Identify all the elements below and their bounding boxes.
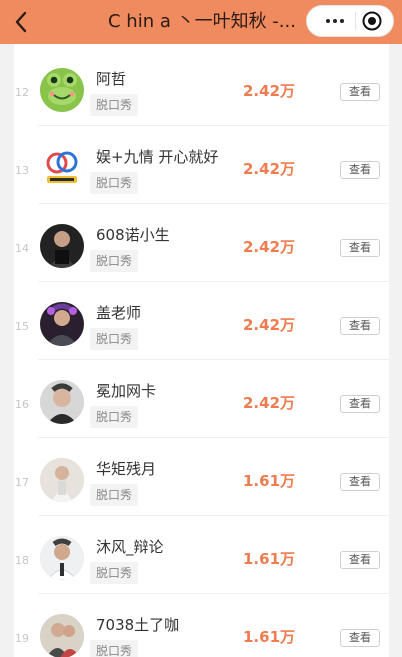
list-item[interactable]: 12 阿哲 脱口秀 2.42万 查看 xyxy=(14,48,389,126)
frog-avatar-icon xyxy=(40,68,84,112)
rank-number: 14 xyxy=(15,242,29,255)
anchor-name: 冕加网卡 xyxy=(96,382,157,400)
category-tag: 脱口秀 xyxy=(90,484,139,506)
avatar[interactable] xyxy=(40,614,84,657)
avatar[interactable] xyxy=(40,224,84,268)
avatar[interactable] xyxy=(40,536,84,580)
list-item[interactable]: 18 沐风_辩论 脱口秀 1.61万 查看 xyxy=(14,516,389,594)
more-dots-icon xyxy=(340,19,344,23)
view-button[interactable]: 查看 xyxy=(340,395,380,413)
anchor-name: 盖老师 xyxy=(96,304,142,322)
value-text: 1.61万 xyxy=(243,472,296,490)
avatar[interactable] xyxy=(40,302,84,346)
chevron-left-icon xyxy=(15,11,27,33)
value-text: 1.61万 xyxy=(243,628,296,646)
view-button[interactable]: 查看 xyxy=(340,317,380,335)
person-avatar-icon xyxy=(40,302,84,346)
value-text: 2.42万 xyxy=(243,82,296,100)
value-text: 2.42万 xyxy=(243,238,296,256)
more-dots-icon xyxy=(333,19,337,23)
value-text: 2.42万 xyxy=(243,160,296,178)
category-tag: 脱口秀 xyxy=(90,640,139,657)
list-item[interactable]: 14 608诺小生 脱口秀 2.42万 查看 xyxy=(14,204,389,282)
avatar[interactable] xyxy=(40,380,84,424)
more-dots-icon xyxy=(326,19,330,23)
category-tag: 脱口秀 xyxy=(90,328,139,350)
view-button[interactable]: 查看 xyxy=(340,551,380,569)
person-avatar-icon xyxy=(40,458,84,502)
category-tag: 脱口秀 xyxy=(90,406,139,428)
person-avatar-icon xyxy=(40,224,84,268)
category-tag: 脱口秀 xyxy=(90,94,139,116)
anchor-name: 7038土了咖 xyxy=(96,616,180,634)
logo-avatar-icon xyxy=(40,146,84,190)
target-circle-icon xyxy=(362,11,382,31)
rank-number: 17 xyxy=(15,476,29,489)
value-text: 1.61万 xyxy=(243,550,296,568)
anchor-name: 沐风_辩论 xyxy=(96,538,164,556)
anchor-name: 华矩残月 xyxy=(96,460,157,478)
top-navigation-bar: C hin a 丶一叶知秋 -... xyxy=(0,0,402,44)
back-button[interactable] xyxy=(8,8,34,36)
view-button[interactable]: 查看 xyxy=(340,161,380,179)
rank-number: 13 xyxy=(15,164,29,177)
rank-number: 12 xyxy=(15,86,29,99)
category-tag: 脱口秀 xyxy=(90,562,139,584)
view-button[interactable]: 查看 xyxy=(340,473,380,491)
rank-number: 18 xyxy=(15,554,29,567)
view-button[interactable]: 查看 xyxy=(340,83,380,101)
avatar[interactable] xyxy=(40,146,84,190)
person-avatar-icon xyxy=(40,380,84,424)
value-text: 2.42万 xyxy=(243,316,296,334)
view-button[interactable]: 查看 xyxy=(340,629,380,647)
person-avatar-icon xyxy=(40,536,84,580)
view-button[interactable]: 查看 xyxy=(340,239,380,257)
person-avatar-icon xyxy=(40,614,84,657)
close-button[interactable] xyxy=(361,10,383,32)
anchor-name: 608诺小生 xyxy=(96,226,170,244)
more-button[interactable] xyxy=(321,11,349,31)
value-text: 2.42万 xyxy=(243,394,296,412)
rank-number: 19 xyxy=(15,632,29,645)
rank-number: 15 xyxy=(15,320,29,333)
anchor-name: 阿哲 xyxy=(96,70,127,88)
page-title: C hin a 丶一叶知秋 -... xyxy=(108,11,296,32)
list-item[interactable]: 17 华矩残月 脱口秀 1.61万 查看 xyxy=(14,438,389,516)
avatar[interactable] xyxy=(40,458,84,502)
list-item[interactable]: 19 7038土了咖 脱口秀 1.61万 查看 xyxy=(14,594,389,657)
avatar[interactable] xyxy=(40,68,84,112)
category-tag: 脱口秀 xyxy=(90,172,139,194)
capsule-divider xyxy=(354,12,356,30)
anchor-name: 娱+九情 开心就好 xyxy=(96,148,219,166)
list-item[interactable]: 13 娱+九情 开心就好 脱口秀 2.42万 查看 xyxy=(14,126,389,204)
rank-number: 16 xyxy=(15,398,29,411)
mini-program-capsule xyxy=(306,5,394,37)
list-item[interactable]: 15 盖老师 脱口秀 2.42万 查看 xyxy=(14,282,389,360)
list-item[interactable]: 16 冕加网卡 脱口秀 2.42万 查看 xyxy=(14,360,389,438)
category-tag: 脱口秀 xyxy=(90,250,139,272)
ranking-list: 12 阿哲 脱口秀 2.42万 查看 13 娱+九情 开心就好 脱口秀 2.42… xyxy=(14,44,389,657)
